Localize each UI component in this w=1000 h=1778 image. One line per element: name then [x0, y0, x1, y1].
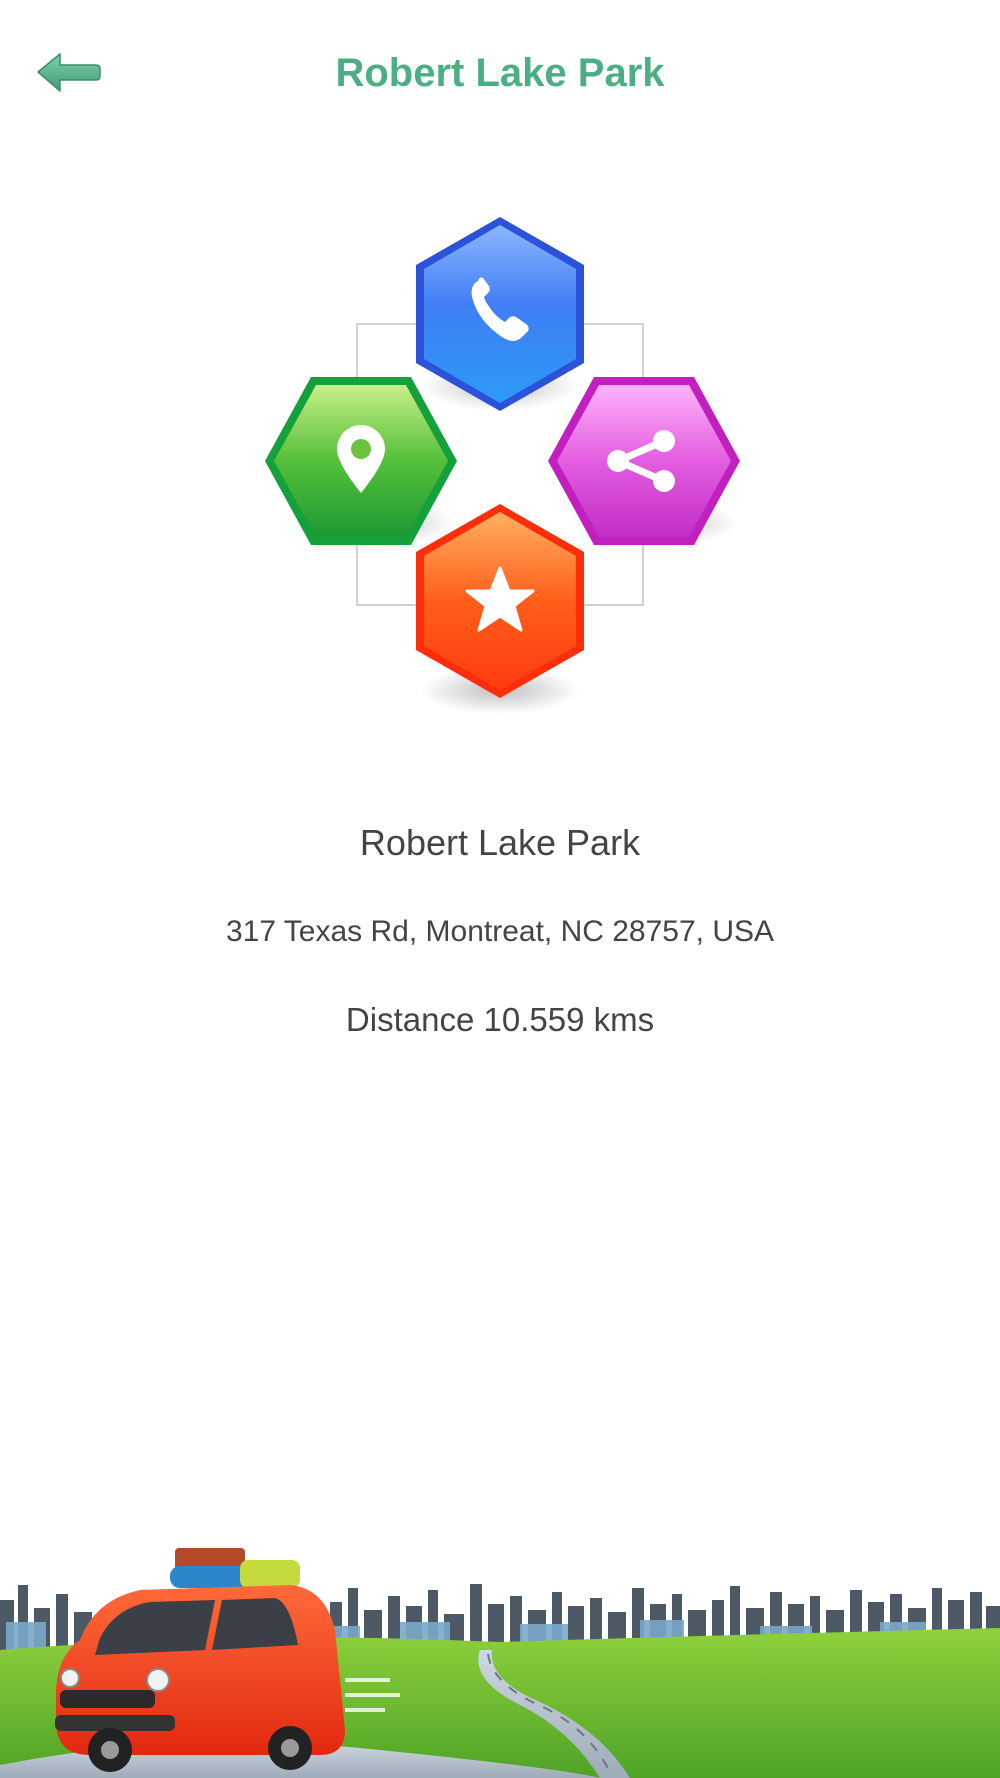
place-address: 317 Texas Rd, Montreat, NC 28757, USA [225, 915, 775, 948]
favorite-button[interactable] [412, 502, 588, 714]
place-detail-screen: Robert Lake Park Robert Lake Park 317 Te… [0, 0, 1000, 1778]
place-name: Robert Lake Park [359, 822, 641, 863]
distance-value: 10.559 kms [483, 1001, 655, 1038]
place-distance: Distance 10.559 kms [0, 998, 1000, 1042]
top-bar: Robert Lake Park [0, 0, 1000, 140]
action-hexagon-group [250, 215, 750, 735]
road-trip-illustration [0, 1530, 1000, 1778]
distance-label: Distance [345, 1001, 475, 1038]
page-title: Robert Lake Park [335, 51, 665, 95]
